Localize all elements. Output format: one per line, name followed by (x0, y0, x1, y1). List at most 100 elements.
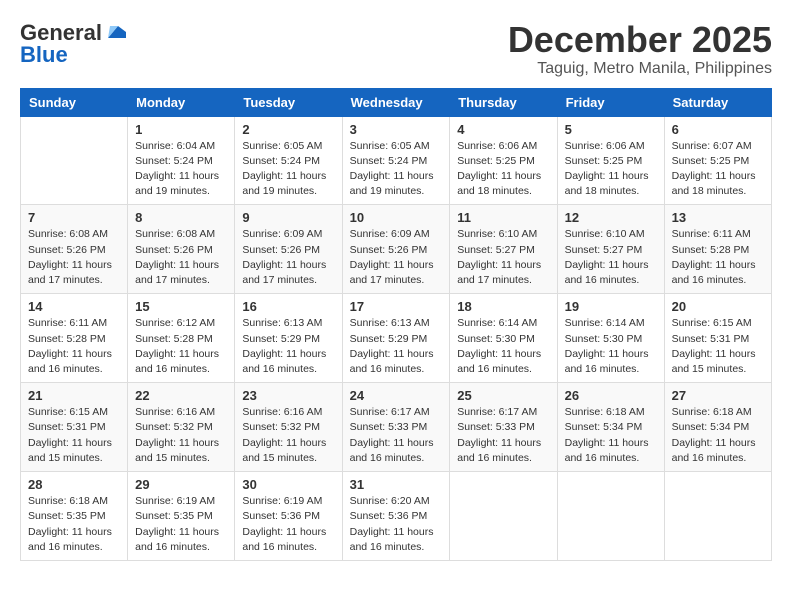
calendar-cell: 8 Sunrise: 6:08 AMSunset: 5:26 PMDaylight… (128, 205, 235, 294)
calendar-cell: 16 Sunrise: 6:13 AMSunset: 5:29 PMDayligh… (235, 294, 342, 383)
day-info: Sunrise: 6:06 AMSunset: 5:25 PMDaylight:… (457, 139, 549, 200)
day-number: 22 (135, 388, 227, 403)
calendar-cell: 10 Sunrise: 6:09 AMSunset: 5:26 PMDayligh… (342, 205, 450, 294)
logo-blue: Blue (20, 42, 68, 68)
calendar-cell: 29 Sunrise: 6:19 AMSunset: 5:35 PMDayligh… (128, 472, 235, 561)
day-info: Sunrise: 6:05 AMSunset: 5:24 PMDaylight:… (242, 139, 334, 200)
day-number: 28 (28, 477, 120, 492)
calendar-cell: 6 Sunrise: 6:07 AMSunset: 5:25 PMDaylight… (664, 116, 771, 205)
day-number: 4 (457, 122, 549, 137)
weekday-header-thursday: Thursday (450, 88, 557, 116)
day-number: 29 (135, 477, 227, 492)
day-number: 26 (565, 388, 657, 403)
calendar-cell: 31 Sunrise: 6:20 AMSunset: 5:36 PMDayligh… (342, 472, 450, 561)
day-info: Sunrise: 6:10 AMSunset: 5:27 PMDaylight:… (565, 227, 657, 288)
calendar-week-2: 7 Sunrise: 6:08 AMSunset: 5:26 PMDaylight… (21, 205, 772, 294)
day-number: 3 (350, 122, 443, 137)
day-info: Sunrise: 6:18 AMSunset: 5:35 PMDaylight:… (28, 494, 120, 555)
day-info: Sunrise: 6:07 AMSunset: 5:25 PMDaylight:… (672, 139, 764, 200)
day-info: Sunrise: 6:08 AMSunset: 5:26 PMDaylight:… (135, 227, 227, 288)
day-info: Sunrise: 6:09 AMSunset: 5:26 PMDaylight:… (350, 227, 443, 288)
day-info: Sunrise: 6:18 AMSunset: 5:34 PMDaylight:… (565, 405, 657, 466)
day-number: 6 (672, 122, 764, 137)
calendar-cell: 7 Sunrise: 6:08 AMSunset: 5:26 PMDaylight… (21, 205, 128, 294)
day-number: 17 (350, 299, 443, 314)
weekday-header-tuesday: Tuesday (235, 88, 342, 116)
calendar-cell (21, 116, 128, 205)
calendar-cell: 17Sunrise: 6:13 AMSunset: 5:29 PMDayligh… (342, 294, 450, 383)
day-info: Sunrise: 6:08 AMSunset: 5:26 PMDaylight:… (28, 227, 120, 288)
day-number: 19 (565, 299, 657, 314)
location-subtitle: Taguig, Metro Manila, Philippines (508, 60, 772, 78)
day-number: 8 (135, 210, 227, 225)
calendar-cell: 13Sunrise: 6:11 AMSunset: 5:28 PMDayligh… (664, 205, 771, 294)
title-block: December 2025 Taguig, Metro Manila, Phil… (508, 20, 772, 78)
day-number: 9 (242, 210, 334, 225)
day-number: 18 (457, 299, 549, 314)
day-number: 15 (135, 299, 227, 314)
day-number: 24 (350, 388, 443, 403)
calendar-table: SundayMondayTuesdayWednesdayThursdayFrid… (20, 88, 772, 561)
calendar-cell: 11Sunrise: 6:10 AMSunset: 5:27 PMDayligh… (450, 205, 557, 294)
day-info: Sunrise: 6:06 AMSunset: 5:25 PMDaylight:… (565, 139, 657, 200)
day-info: Sunrise: 6:17 AMSunset: 5:33 PMDaylight:… (350, 405, 443, 466)
day-info: Sunrise: 6:09 AMSunset: 5:26 PMDaylight:… (242, 227, 334, 288)
calendar-cell: 30Sunrise: 6:19 AMSunset: 5:36 PMDayligh… (235, 472, 342, 561)
day-number: 31 (350, 477, 443, 492)
day-number: 27 (672, 388, 764, 403)
calendar-week-4: 21 Sunrise: 6:15 AMSunset: 5:31 PMDayligh… (21, 383, 772, 472)
day-info: Sunrise: 6:05 AMSunset: 5:24 PMDaylight:… (350, 139, 443, 200)
day-info: Sunrise: 6:14 AMSunset: 5:30 PMDaylight:… (457, 316, 549, 377)
calendar-cell: 5 Sunrise: 6:06 AMSunset: 5:25 PMDaylight… (557, 116, 664, 205)
calendar-cell: 28 Sunrise: 6:18 AMSunset: 5:35 PMDayligh… (21, 472, 128, 561)
day-info: Sunrise: 6:20 AMSunset: 5:36 PMDaylight:… (350, 494, 443, 555)
day-number: 16 (242, 299, 334, 314)
day-info: Sunrise: 6:15 AMSunset: 5:31 PMDaylight:… (28, 405, 120, 466)
calendar-cell: 26 Sunrise: 6:18 AMSunset: 5:34 PMDayligh… (557, 383, 664, 472)
calendar-cell: 19 Sunrise: 6:14 AMSunset: 5:30 PMDayligh… (557, 294, 664, 383)
day-info: Sunrise: 6:15 AMSunset: 5:31 PMDaylight:… (672, 316, 764, 377)
day-info: Sunrise: 6:16 AMSunset: 5:32 PMDaylight:… (135, 405, 227, 466)
day-info: Sunrise: 6:14 AMSunset: 5:30 PMDaylight:… (565, 316, 657, 377)
day-number: 7 (28, 210, 120, 225)
day-number: 25 (457, 388, 549, 403)
page-header: General Blue December 2025 Taguig, Metro… (20, 20, 772, 78)
logo-icon (104, 24, 126, 40)
calendar-cell: 18 Sunrise: 6:14 AMSunset: 5:30 PMDayligh… (450, 294, 557, 383)
calendar-cell: 20Sunrise: 6:15 AMSunset: 5:31 PMDayligh… (664, 294, 771, 383)
calendar-cell: 9 Sunrise: 6:09 AMSunset: 5:26 PMDaylight… (235, 205, 342, 294)
day-info: Sunrise: 6:16 AMSunset: 5:32 PMDaylight:… (242, 405, 334, 466)
calendar-cell: 4 Sunrise: 6:06 AMSunset: 5:25 PMDaylight… (450, 116, 557, 205)
calendar-cell: 1Sunrise: 6:04 AMSunset: 5:24 PMDaylight… (128, 116, 235, 205)
calendar-week-1: 1Sunrise: 6:04 AMSunset: 5:24 PMDaylight… (21, 116, 772, 205)
calendar-week-5: 28 Sunrise: 6:18 AMSunset: 5:35 PMDayligh… (21, 472, 772, 561)
calendar-cell: 12Sunrise: 6:10 AMSunset: 5:27 PMDayligh… (557, 205, 664, 294)
calendar-cell: 3 Sunrise: 6:05 AMSunset: 5:24 PMDaylight… (342, 116, 450, 205)
day-number: 21 (28, 388, 120, 403)
weekday-header-saturday: Saturday (664, 88, 771, 116)
day-info: Sunrise: 6:11 AMSunset: 5:28 PMDaylight:… (672, 227, 764, 288)
day-info: Sunrise: 6:13 AMSunset: 5:29 PMDaylight:… (242, 316, 334, 377)
calendar-cell: 2 Sunrise: 6:05 AMSunset: 5:24 PMDaylight… (235, 116, 342, 205)
weekday-header-friday: Friday (557, 88, 664, 116)
day-info: Sunrise: 6:19 AMSunset: 5:35 PMDaylight:… (135, 494, 227, 555)
logo: General Blue (20, 20, 126, 68)
calendar-cell: 15Sunrise: 6:12 AMSunset: 5:28 PMDayligh… (128, 294, 235, 383)
calendar-cell: 24 Sunrise: 6:17 AMSunset: 5:33 PMDayligh… (342, 383, 450, 472)
day-number: 23 (242, 388, 334, 403)
day-info: Sunrise: 6:04 AMSunset: 5:24 PMDaylight:… (135, 139, 227, 200)
weekday-header-row: SundayMondayTuesdayWednesdayThursdayFrid… (21, 88, 772, 116)
weekday-header-sunday: Sunday (21, 88, 128, 116)
calendar-cell (450, 472, 557, 561)
day-info: Sunrise: 6:17 AMSunset: 5:33 PMDaylight:… (457, 405, 549, 466)
calendar-cell: 21 Sunrise: 6:15 AMSunset: 5:31 PMDayligh… (21, 383, 128, 472)
day-number: 30 (242, 477, 334, 492)
weekday-header-monday: Monday (128, 88, 235, 116)
day-number: 2 (242, 122, 334, 137)
day-number: 5 (565, 122, 657, 137)
day-number: 10 (350, 210, 443, 225)
day-info: Sunrise: 6:11 AMSunset: 5:28 PMDaylight:… (28, 316, 120, 377)
calendar-week-3: 14Sunrise: 6:11 AMSunset: 5:28 PMDayligh… (21, 294, 772, 383)
weekday-header-wednesday: Wednesday (342, 88, 450, 116)
calendar-cell: 22 Sunrise: 6:16 AMSunset: 5:32 PMDayligh… (128, 383, 235, 472)
